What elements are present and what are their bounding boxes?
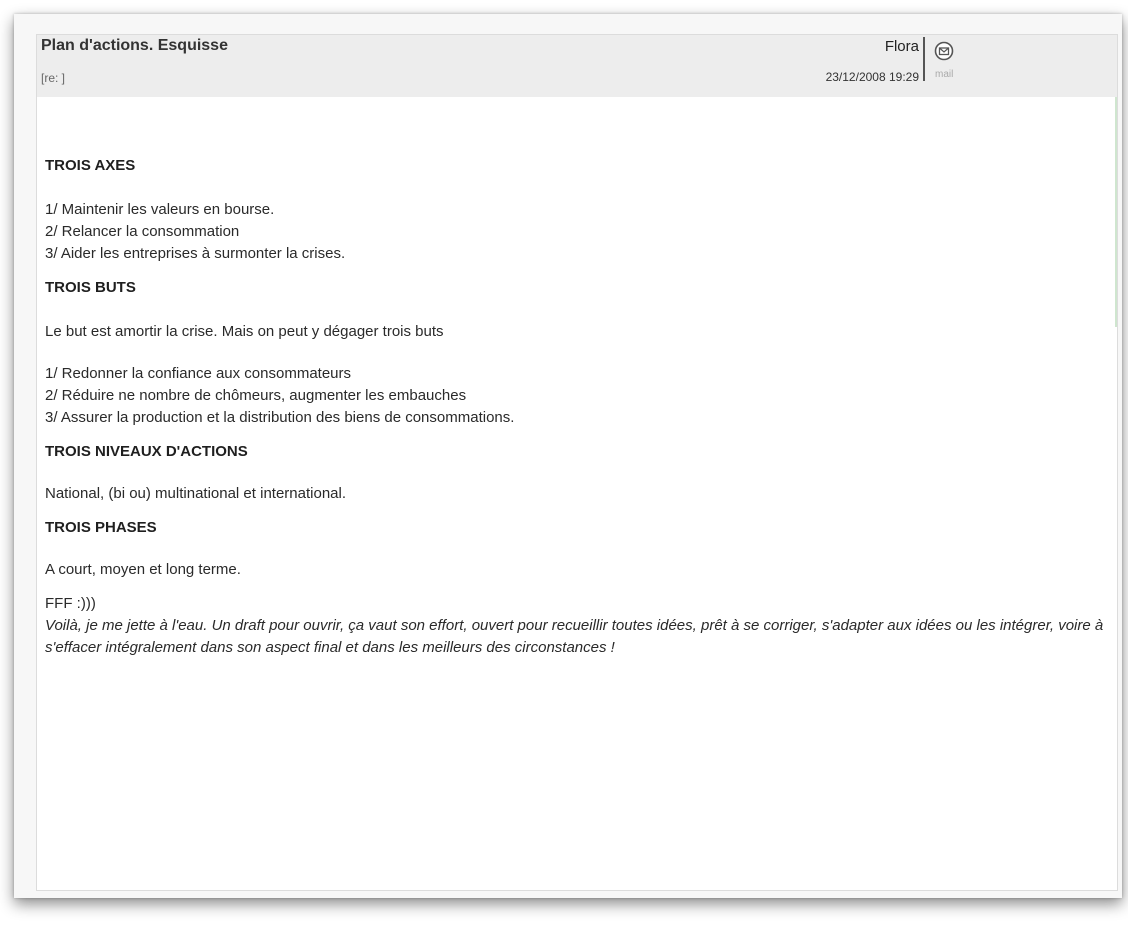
mail-icon[interactable] <box>934 41 954 61</box>
reply-tag: [re: ] <box>41 71 66 85</box>
closing-paragraph: Voilà, je me jette à l'eau. Un draft pou… <box>45 617 1104 656</box>
heading-buts: TROIS BUTS <box>45 279 136 296</box>
author-name[interactable]: Flora <box>885 38 919 55</box>
list-item: 1/ Maintenir les valeurs en bourse. <box>45 201 275 218</box>
message-panel: Plan d'actions. Esquisse [re: ] Flora 23… <box>36 34 1118 891</box>
scroll-edge <box>1115 97 1117 327</box>
heading-axes: TROIS AXES <box>45 157 136 174</box>
heading-phases: TROIS PHASES <box>45 519 157 536</box>
paragraph: A court, moyen et long terme. <box>45 561 241 578</box>
message-window: Plan d'actions. Esquisse [re: ] Flora 23… <box>14 14 1122 898</box>
message-body: TROIS AXES 1/ Maintenir les valeurs en b… <box>45 155 1109 659</box>
list-item: 1/ Redonner la confiance aux consommateu… <box>45 365 352 382</box>
signature: FFF :))) <box>45 595 96 612</box>
header-divider <box>923 37 925 81</box>
paragraph: Le but est amortir la crise. Mais on peu… <box>45 323 444 340</box>
paragraph: National, (bi ou) multinational et inter… <box>45 485 347 502</box>
heading-niveaux: TROIS NIVEAUX D'ACTIONS <box>45 443 248 460</box>
list-item: 3/ Aider les entreprises à surmonter la … <box>45 245 346 262</box>
list-item: 3/ Assurer la production et la distribut… <box>45 409 515 426</box>
message-subject[interactable]: Plan d'actions. Esquisse <box>41 37 228 55</box>
mail-label[interactable]: mail <box>935 69 953 80</box>
message-header: Plan d'actions. Esquisse [re: ] Flora 23… <box>37 35 1117 97</box>
list-item: 2/ Réduire ne nombre de chômeurs, augmen… <box>45 387 467 404</box>
list-item: 2/ Relancer la consommation <box>45 223 240 240</box>
message-date: 23/12/2008 19:29 <box>825 70 919 84</box>
